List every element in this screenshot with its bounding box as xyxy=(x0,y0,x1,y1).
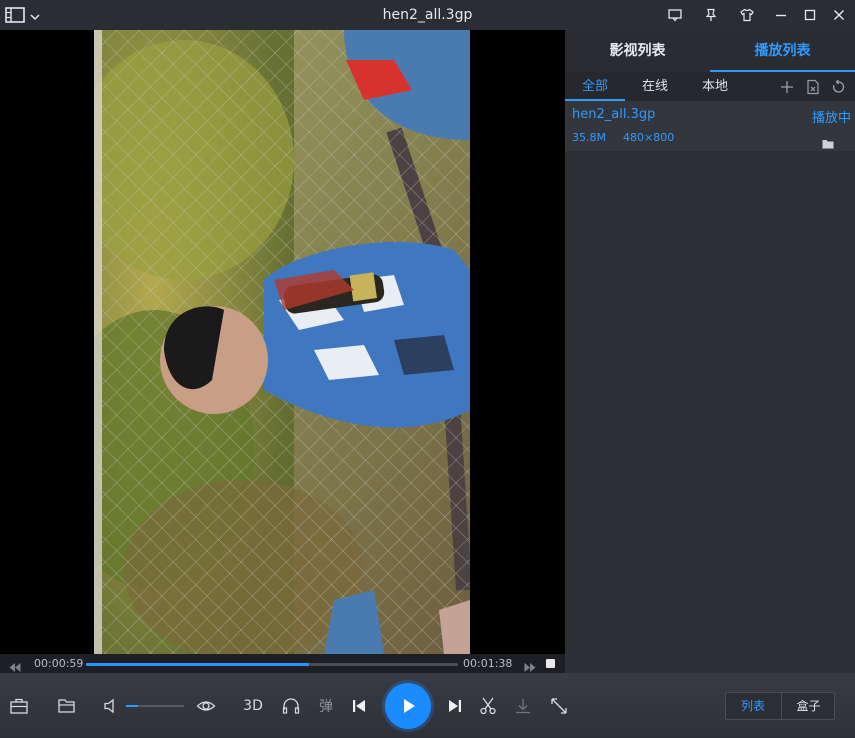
play-icon xyxy=(404,699,415,713)
subtab-online[interactable]: 在线 xyxy=(625,72,685,101)
play-button[interactable] xyxy=(385,683,431,729)
list-toggle-button[interactable]: 列表 xyxy=(726,693,780,719)
pin-icon[interactable] xyxy=(702,6,720,24)
fast-forward-icon[interactable] xyxy=(524,658,536,672)
scissors-icon[interactable] xyxy=(477,695,499,717)
seek-bar-fill xyxy=(86,663,310,666)
tab-play-list[interactable]: 播放列表 xyxy=(710,30,855,72)
current-time: 00:00:59 xyxy=(34,657,84,670)
delete-file-icon[interactable] xyxy=(805,79,821,95)
minimize-icon[interactable] xyxy=(772,6,790,24)
close-icon[interactable] xyxy=(830,6,848,24)
add-icon[interactable] xyxy=(779,79,795,95)
list-box-toggle: 列表 盒子 xyxy=(725,692,835,720)
stop-button[interactable] xyxy=(546,659,555,668)
eye-icon[interactable] xyxy=(195,695,217,717)
subtab-local[interactable]: 本地 xyxy=(685,72,745,101)
message-icon[interactable] xyxy=(666,6,684,24)
playlist-item[interactable]: hen2_all.3gp 播放中 35.8M 480×800 xyxy=(565,101,855,151)
maximize-icon[interactable] xyxy=(801,6,819,24)
volume-fill xyxy=(126,705,138,707)
title-bar: hen2_all.3gp xyxy=(0,0,855,30)
open-folder-icon[interactable] xyxy=(56,695,78,717)
loop-icon[interactable] xyxy=(831,79,847,95)
toolbox-icon[interactable] xyxy=(8,695,30,717)
shirt-icon[interactable] xyxy=(738,6,756,24)
subtab-all[interactable]: 全部 xyxy=(565,72,625,101)
folder-icon[interactable] xyxy=(822,134,834,149)
volume-icon[interactable] xyxy=(101,695,123,717)
tab-video-list[interactable]: 影视列表 xyxy=(565,30,710,72)
volume-slider[interactable] xyxy=(126,705,184,707)
video-viewport[interactable] xyxy=(0,30,565,654)
box-toggle-button[interactable]: 盒子 xyxy=(781,693,835,719)
progress-bar-row: 00:00:59 00:01:38 xyxy=(0,654,565,673)
download-icon[interactable] xyxy=(512,695,534,717)
video-frame xyxy=(94,30,470,654)
rewind-icon[interactable] xyxy=(9,658,21,672)
file-resolution: 480×800 xyxy=(623,131,675,144)
file-name: hen2_all.3gp xyxy=(572,107,656,122)
player-window: hen2_all.3gp 00:00:59 00:01:38 影视列表 播放列表… xyxy=(0,0,855,738)
playlist-panel: 影视列表 播放列表 全部 在线 本地 hen2_all.3gp 播放中 35.8… xyxy=(565,30,855,673)
3d-button[interactable]: 3D xyxy=(242,695,264,717)
headphones-icon[interactable] xyxy=(280,695,302,717)
panel-tabs: 影视列表 播放列表 xyxy=(565,30,855,72)
total-time: 00:01:38 xyxy=(463,657,513,670)
file-size: 35.8M xyxy=(572,131,606,144)
previous-icon[interactable] xyxy=(348,695,370,717)
playing-status: 播放中 xyxy=(811,111,851,126)
danmaku-button[interactable]: 弹 xyxy=(315,695,337,717)
control-bar: 3D 弹 列表 盒子 xyxy=(0,673,855,738)
window-title: hen2_all.3gp xyxy=(382,7,473,23)
fullscreen-icon[interactable] xyxy=(548,695,570,717)
seek-bar[interactable] xyxy=(86,663,458,666)
next-icon[interactable] xyxy=(444,695,466,717)
playlist-filter-tabs: 全部 在线 本地 xyxy=(565,72,855,101)
